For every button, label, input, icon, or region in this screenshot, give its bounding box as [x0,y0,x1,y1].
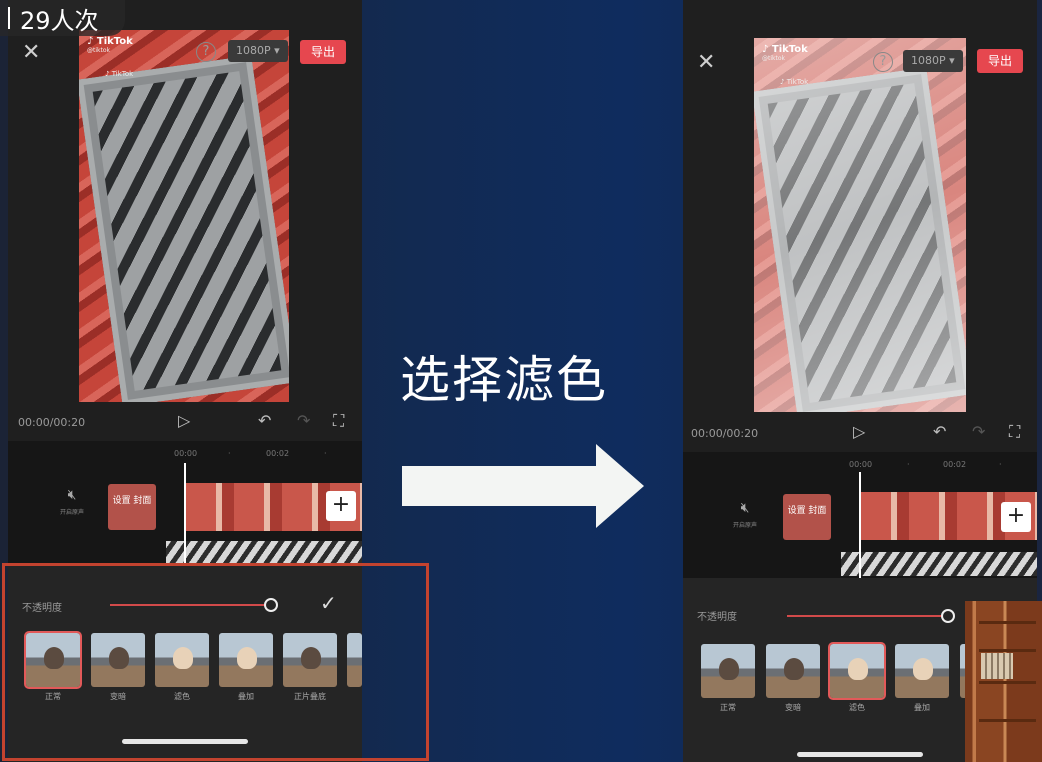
right-arrow-icon [402,444,644,528]
playhead[interactable] [184,463,186,563]
add-clip-button[interactable]: + [326,491,356,521]
time-display: 00:00/00:20 [18,416,86,429]
blend-thumb-darken[interactable] [766,644,820,698]
home-indicator [797,752,923,757]
caption: 选择滤色 [400,351,608,409]
set-cover-button[interactable]: 设置 封面 [108,484,156,530]
opacity-label: 不透明度 [697,612,737,623]
blend-thumb-normal[interactable] [701,644,755,698]
blend-thumb-overlay[interactable] [895,644,949,698]
time-display: 00:00/00:20 [691,427,759,440]
play-icon[interactable]: ▷ [178,413,190,429]
ruler-tick: 00:02 [943,460,967,469]
speaker-mute-icon: 🔇︎ [67,487,77,503]
tiktok-watermark: ♪ TikTok @tiktok [87,36,133,54]
export-button[interactable]: 导出 [977,49,1023,73]
help-icon[interactable]: ? [196,42,216,62]
blend-label: 叠加 [914,703,930,712]
webcam-overlay [965,601,1042,762]
ruler-tick: 00:02 [266,449,290,458]
close-icon[interactable]: ✕ [697,52,715,74]
redo-icon: ↷ [297,411,311,430]
blend-thumb-screen[interactable] [828,642,886,700]
opacity-slider-knob[interactable] [941,609,955,623]
mute-toggle[interactable]: 🔇︎ 开启原声 [60,487,84,516]
redo-icon: ↷ [972,422,986,441]
close-icon[interactable]: ✕ [22,42,40,64]
ruler-tick: 00:00 [174,449,198,458]
video-preview[interactable]: ♪ TikTok @tiktok ♪ TikTok [754,38,966,412]
overlay-video-track[interactable] [166,541,362,565]
undo-icon[interactable]: ↶ [933,424,946,440]
timeline[interactable]: 00:00 · 00:02 · 🔇︎ 开启原声 设置 封面 + [8,441,362,565]
viewer-count: 29人次 [20,6,99,35]
speaker-mute-icon: 🔇︎ [740,500,750,516]
blend-label: 变暗 [785,703,801,712]
resolution-select[interactable]: 1080P ▾ [903,50,963,72]
export-button[interactable]: 导出 [300,40,346,64]
fullscreen-icon[interactable]: ⛶ [333,413,344,429]
blend-label: 滤色 [849,703,865,712]
help-icon[interactable]: ? [873,52,893,72]
add-clip-button[interactable]: + [1001,502,1031,532]
timeline[interactable]: 00:00 · 00:02 · 🔇︎ 开启原声 设置 封面 + [683,452,1037,578]
set-cover-button[interactable]: 设置 封面 [783,494,831,540]
viewer-count-badge: 29人次 [0,0,125,36]
fullscreen-icon[interactable]: ⛶ [1009,424,1020,440]
overlay-video-track[interactable] [841,552,1037,576]
highlight-box [2,563,429,761]
tiktok-watermark: ♪ TikTok @tiktok [762,44,808,62]
opacity-slider[interactable] [787,615,945,617]
play-icon[interactable]: ▷ [853,424,865,440]
blend-label: 正常 [720,703,736,712]
ruler-tick: 00:00 [849,460,873,469]
video-preview[interactable]: ♪ TikTok @tiktok ♪ TikTok [79,30,289,402]
mute-toggle[interactable]: 🔇︎ 开启原声 [733,500,757,529]
undo-icon[interactable]: ↶ [258,413,271,429]
playhead[interactable] [859,472,861,578]
resolution-select[interactable]: 1080P ▾ [228,40,288,62]
